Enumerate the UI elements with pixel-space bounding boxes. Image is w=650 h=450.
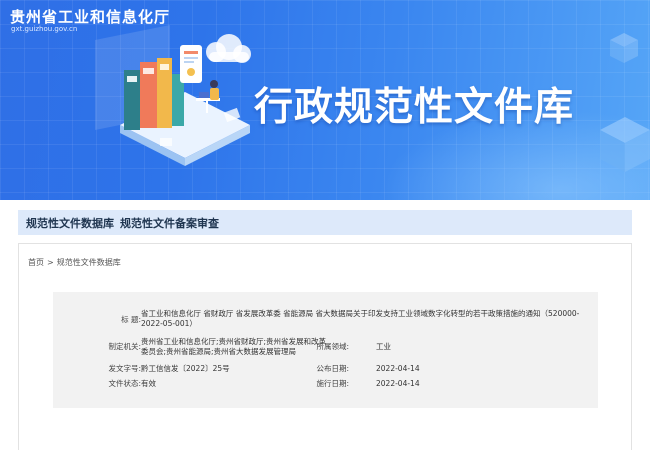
doc-number-label: 发文字号: <box>108 364 141 373</box>
status-label: 文件状态: <box>108 379 141 388</box>
breadcrumb: 首页 > 规范性文件数据库 <box>28 257 121 268</box>
effective-date-value: 2022-04-14 <box>376 379 420 388</box>
decorative-cube-small <box>610 33 638 63</box>
nav-item-regulation-database[interactable]: 规范性文件数据库 <box>26 215 114 231</box>
field-value: 工业 <box>376 342 391 351</box>
publish-date-value: 2022-04-14 <box>376 364 420 373</box>
field-label: 所属领域: <box>316 342 349 351</box>
document-card <box>180 45 202 83</box>
status-value: 有效 <box>141 379 156 388</box>
banner-title: 行政规范性文件库 <box>254 85 575 130</box>
title-label: 标 题: <box>121 315 141 324</box>
title-value: 省工业和信息化厅 省财政厅 省发展改革委 省能源局 省大数据局关于印发支持工业领… <box>141 309 580 328</box>
header-banner: 贵州省工业和信息化厅 gxt.guizhou.gov.cn 行政规范性文件库 <box>0 0 650 200</box>
issuer-label: 制定机关: <box>108 342 141 351</box>
doc-number-value: 黔工信信发〔2022〕25号 <box>141 364 230 373</box>
main-nav: 规范性文件数据库 规范性文件备案审查 <box>18 210 632 235</box>
cloud-icon <box>206 34 251 63</box>
breadcrumb-current-link[interactable]: 规范性文件数据库 <box>57 258 121 267</box>
breadcrumb-home-link[interactable]: 首页 <box>28 258 44 267</box>
publish-date-label: 公布日期: <box>316 364 349 373</box>
decorative-cube <box>600 117 650 172</box>
breadcrumb-separator: > <box>47 258 54 267</box>
nav-item-filing-review[interactable]: 规范性文件备案审查 <box>120 215 219 231</box>
effective-date-label: 施行日期: <box>316 379 349 388</box>
document-info-panel: 标 题: 省工业和信息化厅 省财政厅 省发展改革委 省能源局 省大数据局关于印发… <box>53 292 598 408</box>
